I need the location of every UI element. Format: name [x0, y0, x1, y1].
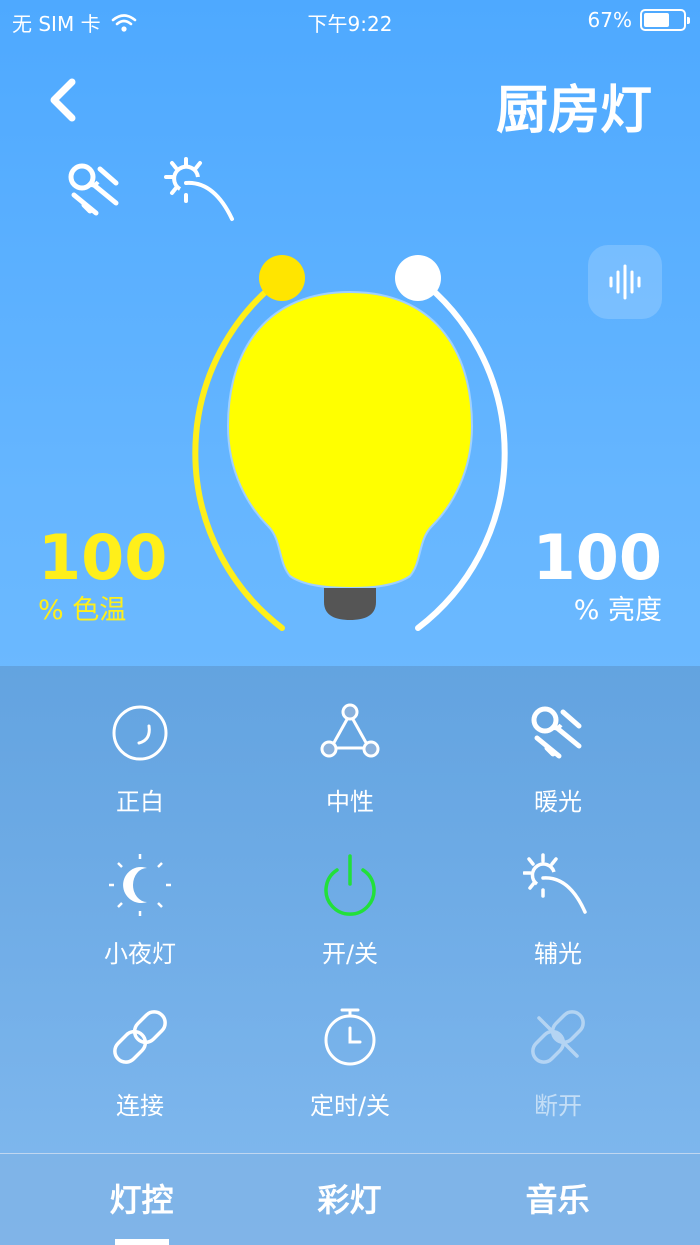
control-label: 小夜灯: [104, 940, 176, 968]
tab-label: 音乐: [525, 1181, 590, 1219]
control-warm-button[interactable]: 暖光: [454, 698, 662, 838]
battery-fill: [644, 13, 669, 27]
triangle-nodes-icon: [320, 703, 380, 758]
status-bar: 无 SIM 卡 下午9:22 67%: [0, 0, 700, 40]
moon-circle-icon: [112, 705, 168, 761]
active-tab-indicator: [115, 1239, 169, 1245]
control-label: 辅光: [534, 940, 582, 968]
control-label: 定时/关: [309, 1092, 391, 1120]
tab-label: 彩灯: [317, 1181, 382, 1219]
aux-light-icon: [523, 853, 587, 914]
light-bulb-icon: [226, 290, 474, 620]
warm-light-icon: [531, 706, 582, 759]
tab-label: 灯控: [109, 1181, 174, 1219]
color-temperature-label: % 色温: [38, 595, 127, 626]
warm-mode-button[interactable]: [60, 155, 130, 225]
night-moon-icon: [109, 854, 171, 916]
control-label: 正白: [116, 788, 164, 816]
unlink-icon: [531, 1010, 585, 1064]
tab-bar: 灯控 彩灯 音乐: [0, 1153, 700, 1245]
control-white-button[interactable]: 正白: [36, 698, 244, 838]
back-button[interactable]: [40, 72, 90, 128]
control-connect-button[interactable]: 连接: [36, 1002, 244, 1142]
chevron-left-icon: [50, 78, 76, 122]
brightness-readout: 100 % 亮度: [533, 522, 662, 628]
control-label: 暖光: [534, 788, 582, 816]
power-icon: [324, 854, 376, 916]
control-timer-off-button[interactable]: 定时/关: [246, 1002, 454, 1142]
control-label: 中性: [326, 788, 374, 816]
timer-icon: [324, 1008, 376, 1066]
tab-music[interactable]: 音乐: [441, 1154, 674, 1245]
aux-mode-button[interactable]: [164, 155, 234, 225]
warm-light-icon: [68, 163, 119, 216]
brightness-value: 100: [532, 521, 662, 594]
brightness-label: % 亮度: [573, 595, 662, 626]
link-icon: [113, 1010, 167, 1064]
control-power-button[interactable]: 开/关: [246, 850, 454, 990]
color-temperature-knob[interactable]: [259, 255, 305, 301]
color-temperature-readout: 100 % 色温: [38, 522, 167, 628]
control-label: 断开: [534, 1092, 582, 1120]
battery-icon: [640, 9, 690, 31]
control-label: 连接: [116, 1092, 164, 1120]
aux-light-icon: [164, 157, 234, 221]
light-control-screen: 无 SIM 卡 下午9:22 67% 厨房灯 100 % 色温 100 % 亮度…: [0, 0, 700, 1245]
control-night-light-button[interactable]: 小夜灯: [36, 850, 244, 990]
control-aux-light-button[interactable]: 辅光: [454, 850, 662, 990]
control-label: 开/关: [321, 940, 379, 968]
control-disconnect-button[interactable]: 断开: [454, 1002, 662, 1142]
tab-light-control[interactable]: 灯控: [25, 1154, 258, 1245]
page-title: 厨房灯: [495, 81, 652, 141]
tab-color-light[interactable]: 彩灯: [233, 1154, 466, 1245]
control-panel: 正白 中性 暖光 小夜灯 开/关 辅光 连接 定时/关 断开: [0, 666, 700, 1154]
brightness-knob[interactable]: [395, 255, 441, 301]
control-neutral-button[interactable]: 中性: [246, 698, 454, 838]
color-temperature-value: 100: [38, 521, 168, 594]
battery-percent: 67%: [587, 8, 632, 32]
status-right: 67%: [587, 8, 690, 32]
